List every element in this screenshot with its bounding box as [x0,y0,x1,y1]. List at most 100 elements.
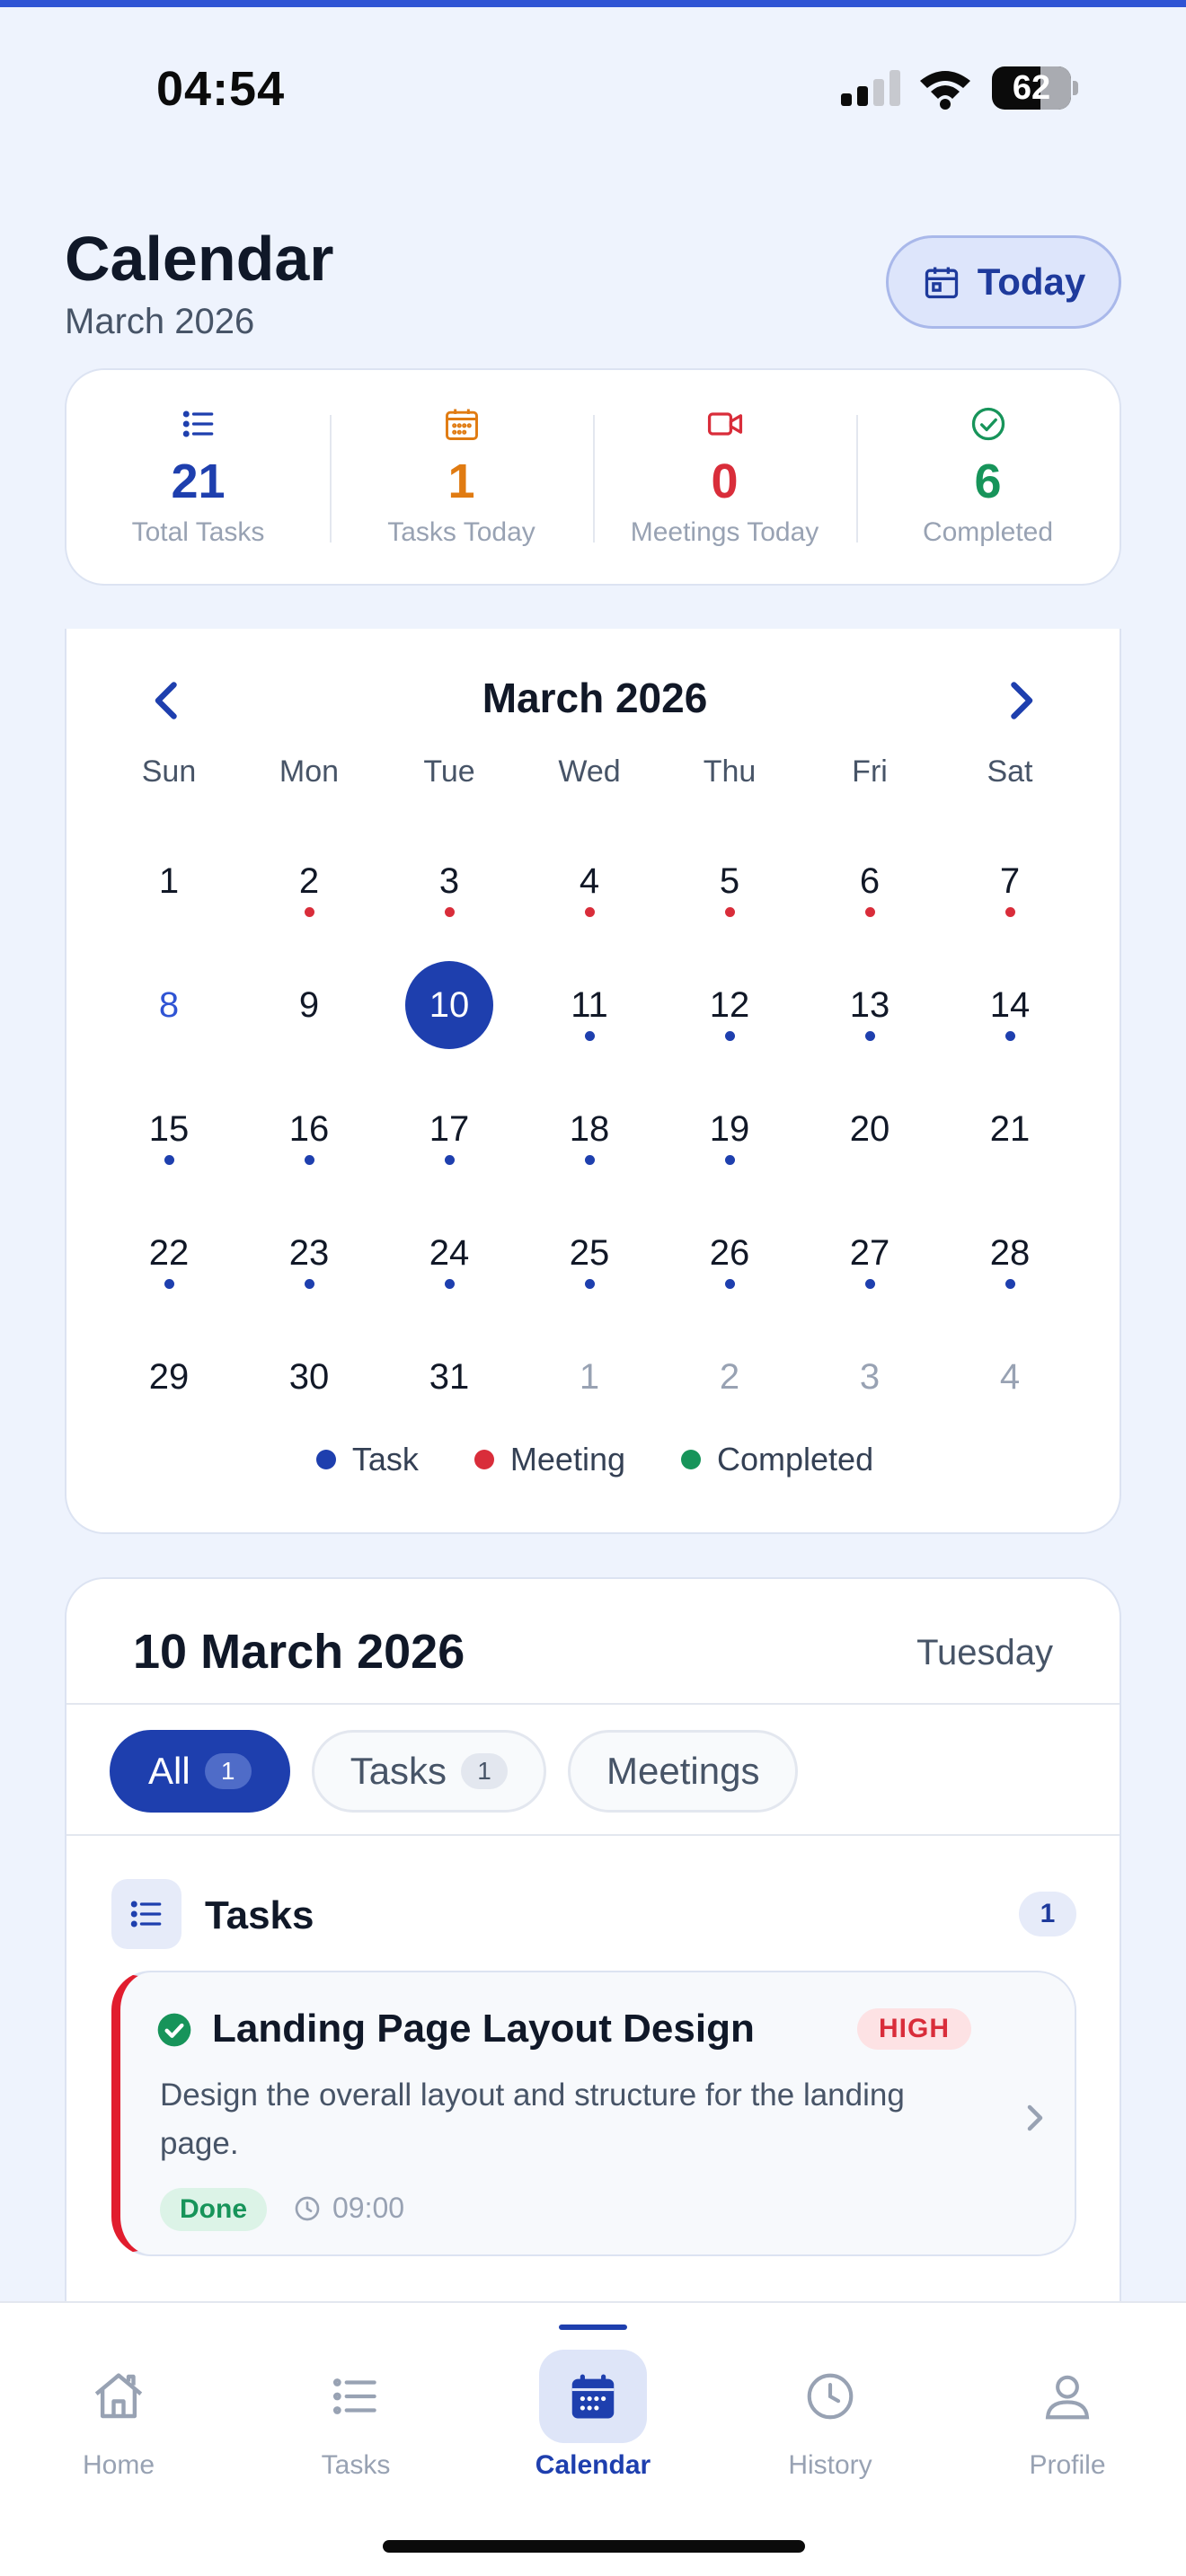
task-title: Landing Page Layout Design [212,2007,755,2051]
calendar-day[interactable]: 13 [800,961,940,1085]
calendar-day[interactable]: 22 [99,1209,239,1333]
meeting-dot [1005,907,1015,917]
user-icon [1045,2375,1090,2420]
calendar-day[interactable]: 3 [379,837,519,961]
task-dot [164,1279,174,1289]
calendar-day-selected[interactable]: 10 [379,961,519,1085]
legend-dot [474,1450,494,1469]
calendar-day[interactable]: 23 [239,1209,379,1333]
filter-label: Meetings [606,1750,760,1792]
battery-level: 62 [1012,69,1051,107]
task-dot [584,1155,595,1165]
task-dot [584,1031,595,1041]
calendar-day[interactable]: 24 [379,1209,519,1333]
calendar-day-number: 1 [158,860,180,901]
clock-icon [295,2196,320,2220]
nav-item-profile[interactable]: Profile [949,2303,1186,2501]
stat-total-tasks[interactable]: 21 Total Tasks [66,370,330,584]
weekday-label: Wed [558,754,621,789]
calendar-grid: 1 2 3 4 5 6 7 8 9 10 11 12 13 14 15 16 17 18 19 20 21 22 23 24 2… [99,837,1080,1457]
calendar-day[interactable]: 29 [99,1333,239,1457]
calendar-day[interactable]: 31 [379,1333,519,1457]
calendar-day[interactable]: 25 [519,1209,659,1333]
task-dot [724,1155,735,1165]
battery-icon: 62 [992,66,1078,110]
calendar-day[interactable]: 28 [940,1209,1080,1333]
status-badge: Done [160,2188,267,2231]
task-dot [864,1279,875,1289]
calendar-day[interactable]: 21 [940,1085,1080,1209]
meeting-dot [584,907,595,917]
filter-tab-meetings[interactable]: Meetings [568,1730,799,1813]
calendar-day[interactable]: 27 [800,1209,940,1333]
calendar-day[interactable]: 8 [99,961,239,1085]
calendar-day[interactable]: 6 [800,837,940,961]
chevron-right-icon[interactable] [994,674,1048,728]
calendar-day-number: 20 [849,1108,890,1149]
calendar-icon [445,409,478,440]
section-count-badge: 1 [1019,1892,1076,1936]
stat-label: Tasks Today [387,517,535,547]
nav-item-tasks[interactable]: Tasks [237,2303,474,2501]
calendar-day[interactable]: 4 [519,837,659,961]
calendar-day[interactable]: 7 [940,837,1080,961]
nav-label: History [788,2450,872,2480]
calendar-day[interactable]: 26 [659,1209,800,1333]
calendar-day-number: 29 [148,1356,190,1397]
nav-item-history[interactable]: History [712,2303,949,2501]
calendar-day[interactable]: 17 [379,1085,519,1209]
calendar-day[interactable]: 9 [239,961,379,1085]
legend-label: Completed [717,1441,874,1478]
nav-label: Calendar [535,2450,651,2480]
calendar-day[interactable]: 5 [659,837,800,961]
task-dot [1005,1279,1015,1289]
home-indicator [383,2540,805,2553]
legend-item: Task [315,1441,419,1478]
task-dot [584,1279,595,1289]
calendar-day[interactable]: 2 [659,1333,800,1457]
priority-badge: HIGH [857,2008,971,2050]
calendar-day[interactable]: 30 [239,1333,379,1457]
filter-tab-all[interactable]: All 1 [110,1730,290,1813]
calendar-icon [571,2374,615,2419]
calendar-day[interactable]: 19 [659,1085,800,1209]
stat-completed[interactable]: 6 Completed [856,370,1120,584]
weekday-label: Sun [141,754,197,789]
stat-tasks-today[interactable]: 1 Tasks Today [330,370,593,584]
stat-meetings-today[interactable]: 0 Meetings Today [593,370,856,584]
calendar-day[interactable]: 15 [99,1085,239,1209]
calendar-day[interactable]: 4 [940,1333,1080,1457]
calendar-day-number: 3 [859,1356,881,1397]
task-card[interactable]: Landing Page Layout Design HIGH Design t… [111,1971,1076,2256]
calendar-day[interactable]: 1 [99,837,239,961]
calendar-day-number: 2 [719,1356,740,1397]
calendar-day[interactable]: 11 [519,961,659,1085]
page-subtitle: March 2026 [65,302,255,341]
weekday-label: Fri [852,754,888,789]
today-button-label: Today [977,260,1086,303]
nav-item-home[interactable]: Home [0,2303,237,2501]
calendar-day[interactable]: 16 [239,1085,379,1209]
calendar-day[interactable]: 3 [800,1333,940,1457]
today-button[interactable]: Today [886,235,1121,329]
calendar-day[interactable]: 1 [519,1333,659,1457]
calendar-day[interactable]: 12 [659,961,800,1085]
stat-label: Meetings Today [630,517,819,547]
check-circle-icon [157,2013,191,2047]
list-icon [332,2378,376,2414]
stat-value: 6 [974,454,1002,508]
calendar-day[interactable]: 2 [239,837,379,961]
calendar-day[interactable]: 20 [800,1085,940,1209]
nav-item-calendar[interactable]: Calendar [474,2303,712,2501]
meeting-dot [444,907,455,917]
selected-weekday: Tuesday [916,1633,1053,1672]
legend-item: Meeting [474,1441,625,1478]
weekday-label: Mon [279,754,340,789]
calendar-day[interactable]: 18 [519,1085,659,1209]
status-bar: 04:54 62 [0,54,1186,126]
calendar-day[interactable]: 14 [940,961,1080,1085]
home-icon [94,2373,143,2419]
filter-tab-tasks[interactable]: Tasks 1 [311,1730,547,1813]
calendar-day-number: 30 [288,1356,330,1397]
clock-icon [807,2373,854,2420]
